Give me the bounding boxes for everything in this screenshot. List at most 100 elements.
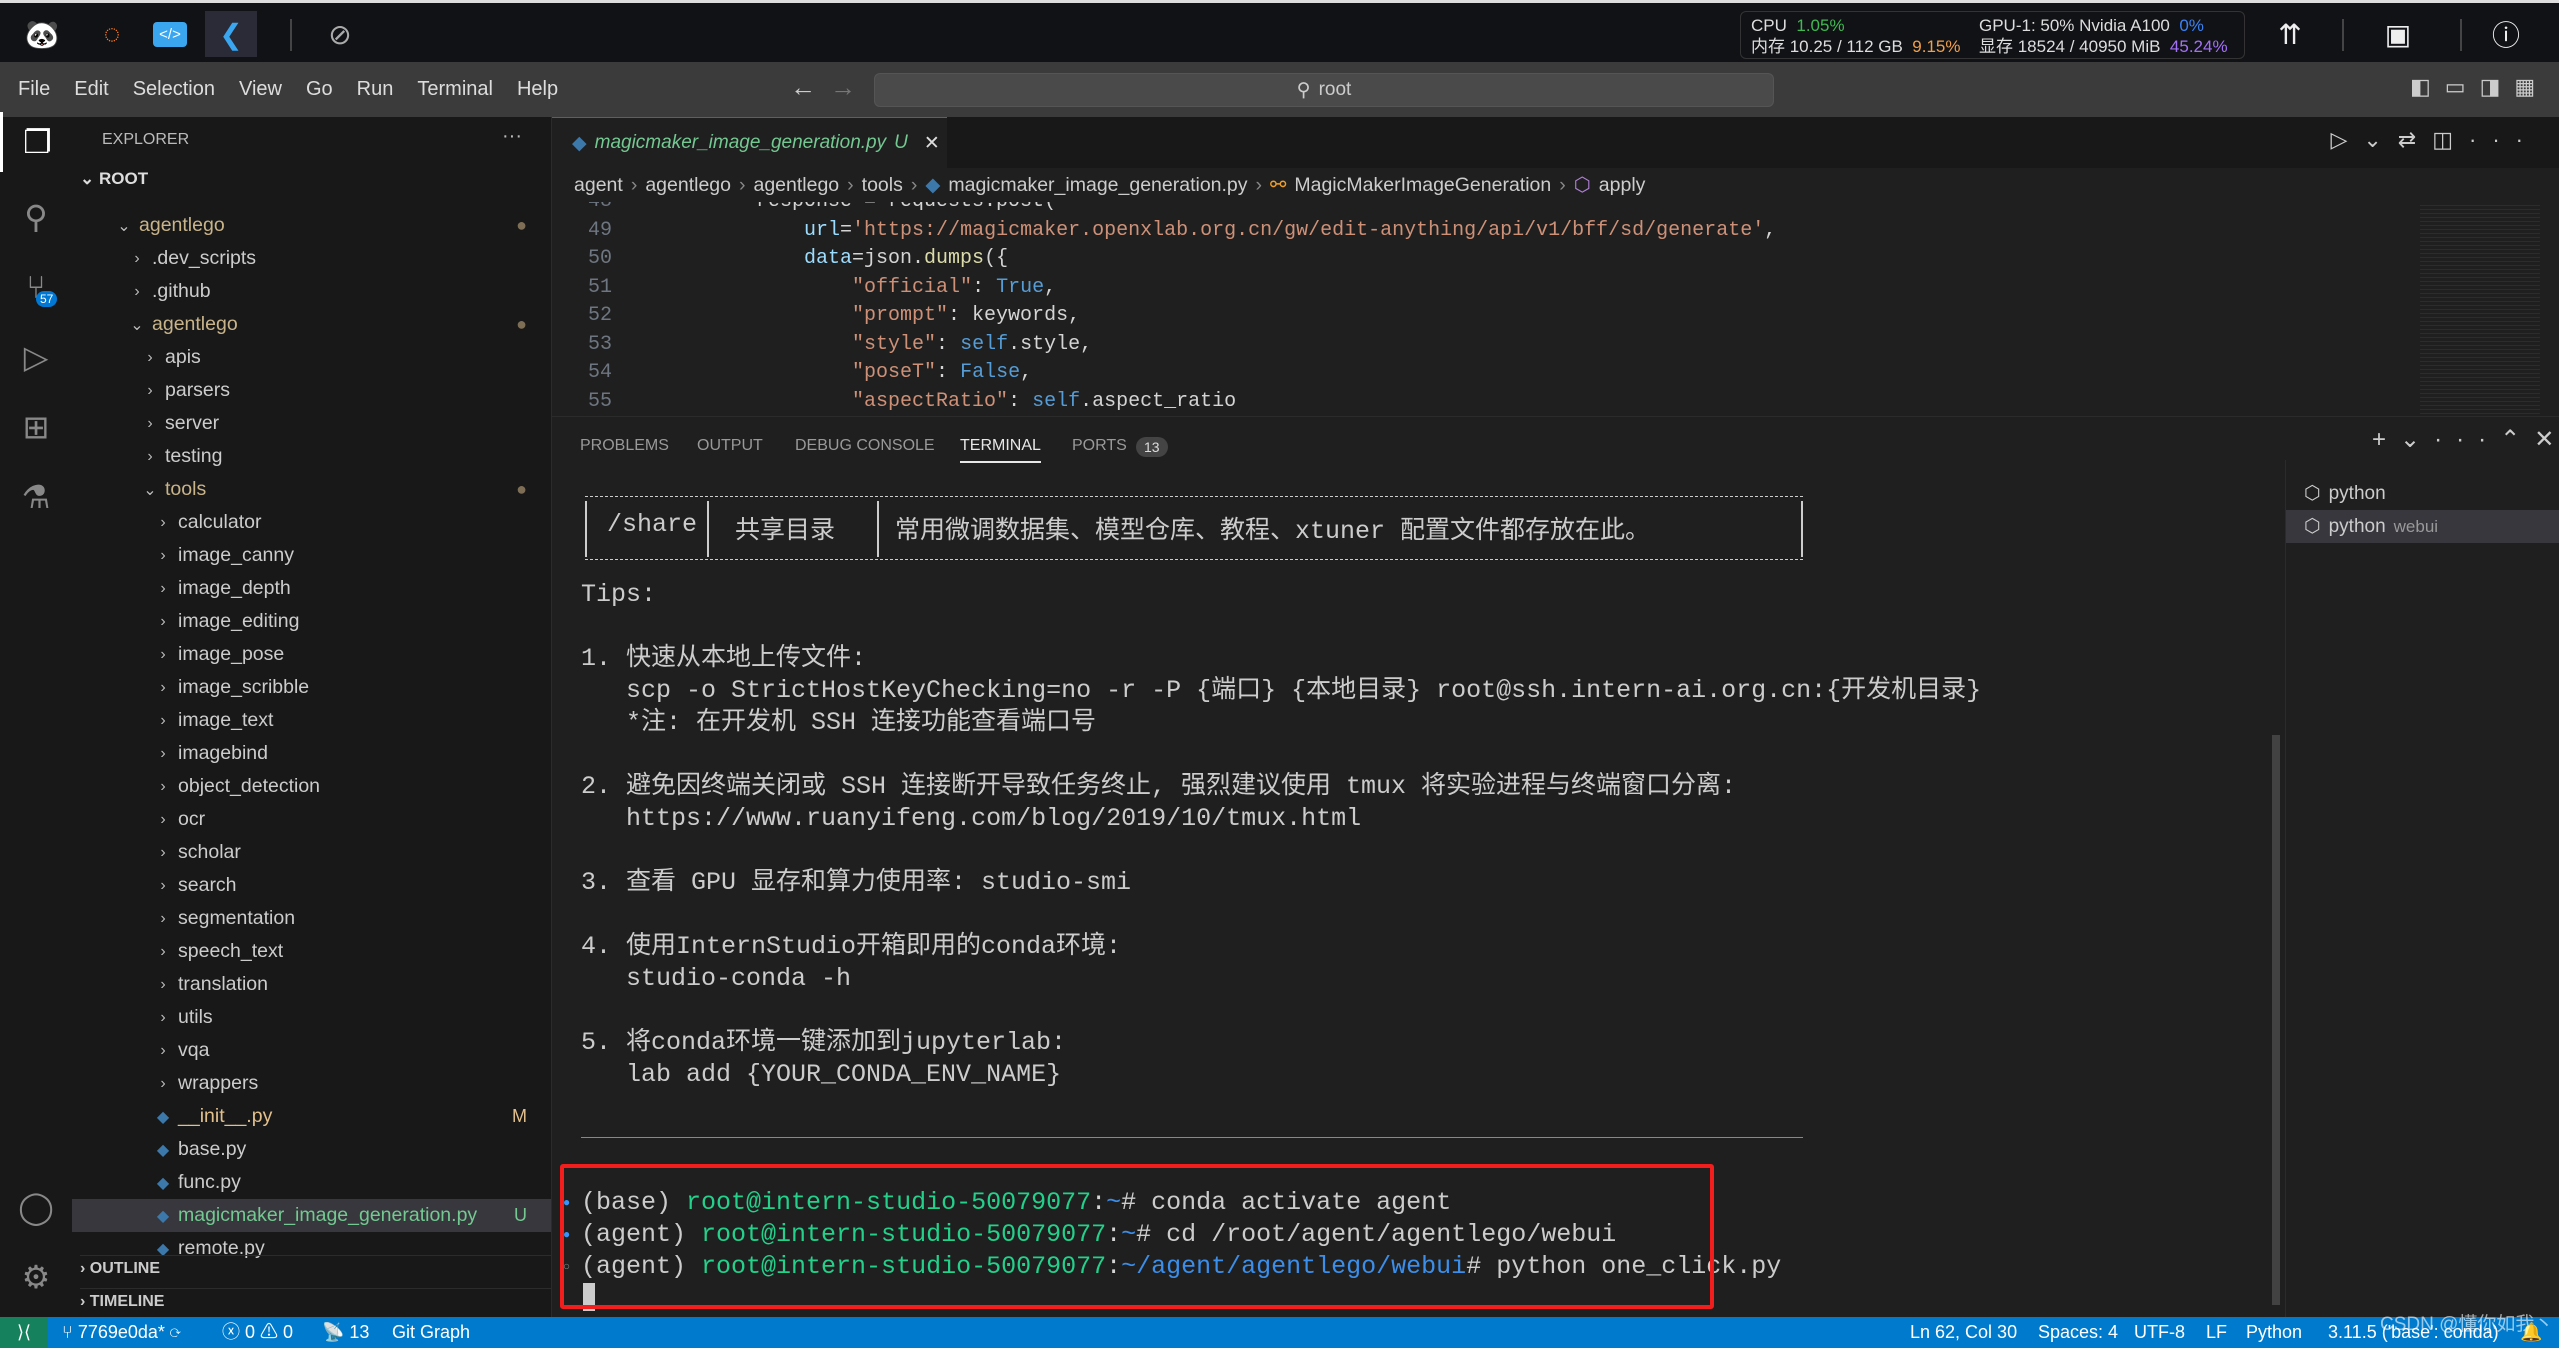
remote-icon[interactable]: ⟩⟨	[0, 1317, 48, 1348]
tree-item[interactable]: › server	[72, 407, 551, 440]
code-server-icon[interactable]: </>	[140, 11, 200, 57]
tree-item[interactable]: › search	[72, 869, 551, 902]
tree-item[interactable]: › translation	[72, 968, 551, 1001]
breadcrumb-item[interactable]: agentlego	[645, 174, 731, 197]
menu-help[interactable]: Help	[505, 78, 570, 101]
menu-edit[interactable]: Edit	[62, 78, 120, 101]
breadcrumb-item[interactable]: MagicMakerImageGeneration	[1294, 174, 1551, 197]
upload-icon[interactable]: ⇈	[2260, 11, 2320, 57]
tree-item[interactable]: › image_scribble	[72, 671, 551, 704]
line-ending[interactable]: LF	[2206, 1317, 2227, 1348]
encoding[interactable]: UTF-8	[2134, 1317, 2185, 1348]
breadcrumb-item[interactable]: apply	[1599, 174, 1646, 197]
ports-indicator[interactable]: 📡 13	[322, 1317, 369, 1348]
menu-view[interactable]: View	[227, 78, 294, 101]
class-icon: ⚯	[1270, 174, 1287, 196]
panel-actions-icons[interactable]: +⌄···⌃✕	[2372, 425, 2559, 454]
root-folder-header[interactable]: ⌄ ROOT	[80, 169, 148, 189]
tree-item[interactable]: ⌄ tools ●	[72, 473, 551, 506]
tree-item[interactable]: › image_editing	[72, 605, 551, 638]
testing-icon[interactable]: ⚗	[0, 467, 72, 527]
indentation[interactable]: Spaces: 4	[2038, 1317, 2118, 1348]
tree-item[interactable]: › apis	[72, 341, 551, 374]
tree-item[interactable]: › utils	[72, 1001, 551, 1034]
command-center-search[interactable]: ⚲ root	[874, 73, 1774, 107]
tree-item[interactable]: › wrappers	[72, 1067, 551, 1100]
tree-item-label: agentlego	[152, 313, 238, 335]
tree-item[interactable]: ◆ base.py	[72, 1133, 551, 1166]
tree-item[interactable]: › .dev_scripts	[72, 242, 551, 275]
vscode-icon[interactable]: ❮	[205, 11, 257, 57]
tree-item[interactable]: ◆ __init__.py M	[72, 1100, 551, 1133]
tree-item[interactable]: › calculator	[72, 506, 551, 539]
tree-item[interactable]: › object_detection	[72, 770, 551, 803]
explorer-icon[interactable]: ❐	[0, 112, 72, 172]
back-arrow-icon[interactable]: ←	[790, 72, 816, 103]
menu-selection[interactable]: Selection	[121, 78, 227, 101]
intern-studio-logo[interactable]: 🐼	[12, 11, 72, 57]
tab-output[interactable]: OUTPUT	[697, 429, 763, 463]
menu-terminal[interactable]: Terminal	[405, 78, 505, 101]
minimap[interactable]	[2420, 202, 2540, 416]
tree-item[interactable]: ◆ magicmaker_image_generation.py U	[72, 1199, 551, 1232]
tree-item[interactable]: › image_pose	[72, 638, 551, 671]
info-icon[interactable]: ⓘ	[2476, 11, 2536, 57]
tree-item[interactable]: › ocr	[72, 803, 551, 836]
chevron-right-icon: ›	[630, 173, 638, 196]
menu-run[interactable]: Run	[345, 78, 406, 101]
code-editor[interactable]: 48 response = requests.post(49 url='http…	[552, 202, 2412, 416]
tree-item[interactable]: ◆ func.py	[72, 1166, 551, 1199]
bell-icon[interactable]: 🔔	[2520, 1317, 2542, 1348]
run-debug-icon[interactable]: ▷	[0, 327, 72, 387]
timeline-section[interactable]: › TIMELINE	[80, 1288, 551, 1311]
more-actions-icon[interactable]: ···	[502, 125, 522, 148]
cursor-position[interactable]: Ln 62, Col 30	[1910, 1317, 2017, 1348]
tab-terminal[interactable]: TERMINAL	[960, 429, 1041, 463]
problems-indicator[interactable]: ⓧ 0 ⚠ 0	[222, 1317, 293, 1348]
tree-item[interactable]: › segmentation	[72, 902, 551, 935]
source-control-icon[interactable]: ⑂ 57	[0, 257, 72, 317]
breadcrumb-item[interactable]: magicmaker_image_generation.py	[948, 174, 1247, 197]
tree-item[interactable]: ⌄ agentlego ●	[72, 308, 551, 341]
close-icon[interactable]: ✕	[924, 132, 940, 155]
breadcrumb-item[interactable]: agent	[574, 174, 623, 197]
git-graph-button[interactable]: Git Graph	[392, 1317, 470, 1348]
monitor-icon[interactable]: ▣	[2368, 11, 2428, 57]
extensions-icon[interactable]: ⊞	[0, 397, 72, 457]
language-mode[interactable]: Python	[2246, 1317, 2302, 1348]
tree-item[interactable]: › vqa	[72, 1034, 551, 1067]
terminal-instance[interactable]: ⬡ python	[2286, 477, 2559, 510]
editor-tab[interactable]: ◆ magicmaker_image_generation.py U ✕	[552, 117, 947, 168]
branch-indicator[interactable]: ⑂ 7769e0da* ⟳	[62, 1317, 181, 1348]
outline-section[interactable]: › OUTLINE	[80, 1255, 551, 1278]
menu-file[interactable]: File	[6, 78, 62, 101]
tab-problems[interactable]: PROBLEMS	[580, 429, 669, 463]
tree-item[interactable]: › image_canny	[72, 539, 551, 572]
chevron-right-icon: ›	[160, 909, 166, 927]
tree-item[interactable]: › image_depth	[72, 572, 551, 605]
compass-icon[interactable]: ⊘	[310, 11, 370, 57]
tree-item[interactable]: › scholar	[72, 836, 551, 869]
account-icon[interactable]: ◯	[0, 1177, 72, 1237]
tree-item[interactable]: › parsers	[72, 374, 551, 407]
tree-item[interactable]: › image_text	[72, 704, 551, 737]
breadcrumb-item[interactable]: tools	[862, 174, 903, 197]
gear-icon[interactable]: ⚙	[0, 1247, 72, 1307]
layout-toggle-icons[interactable]: ◧▭◨▦	[2410, 74, 2549, 100]
tree-item[interactable]: › speech_text	[72, 935, 551, 968]
tree-item[interactable]: › .github	[72, 275, 551, 308]
code-token: "prompt"	[660, 304, 949, 327]
tab-ports[interactable]: PORTS	[1072, 429, 1127, 463]
jupyter-icon[interactable]: ◌	[82, 11, 142, 57]
tree-item[interactable]: › testing	[72, 440, 551, 473]
terminal-instance[interactable]: ⬡ python webui	[2286, 510, 2559, 543]
search-icon[interactable]: ⚲	[0, 187, 72, 247]
editor-actions-icons[interactable]: ▷⌄⇄◫···	[2330, 127, 2539, 153]
terminal-scrollbar[interactable]	[2272, 735, 2280, 1305]
tab-debug-console[interactable]: DEBUG CONSOLE	[795, 429, 935, 463]
forward-arrow-icon[interactable]: →	[830, 72, 856, 103]
tree-item[interactable]: › imagebind	[72, 737, 551, 770]
menu-go[interactable]: Go	[294, 78, 345, 101]
tree-item[interactable]: ⌄ agentlego ●	[72, 209, 551, 242]
breadcrumb-item[interactable]: agentlego	[753, 174, 839, 197]
